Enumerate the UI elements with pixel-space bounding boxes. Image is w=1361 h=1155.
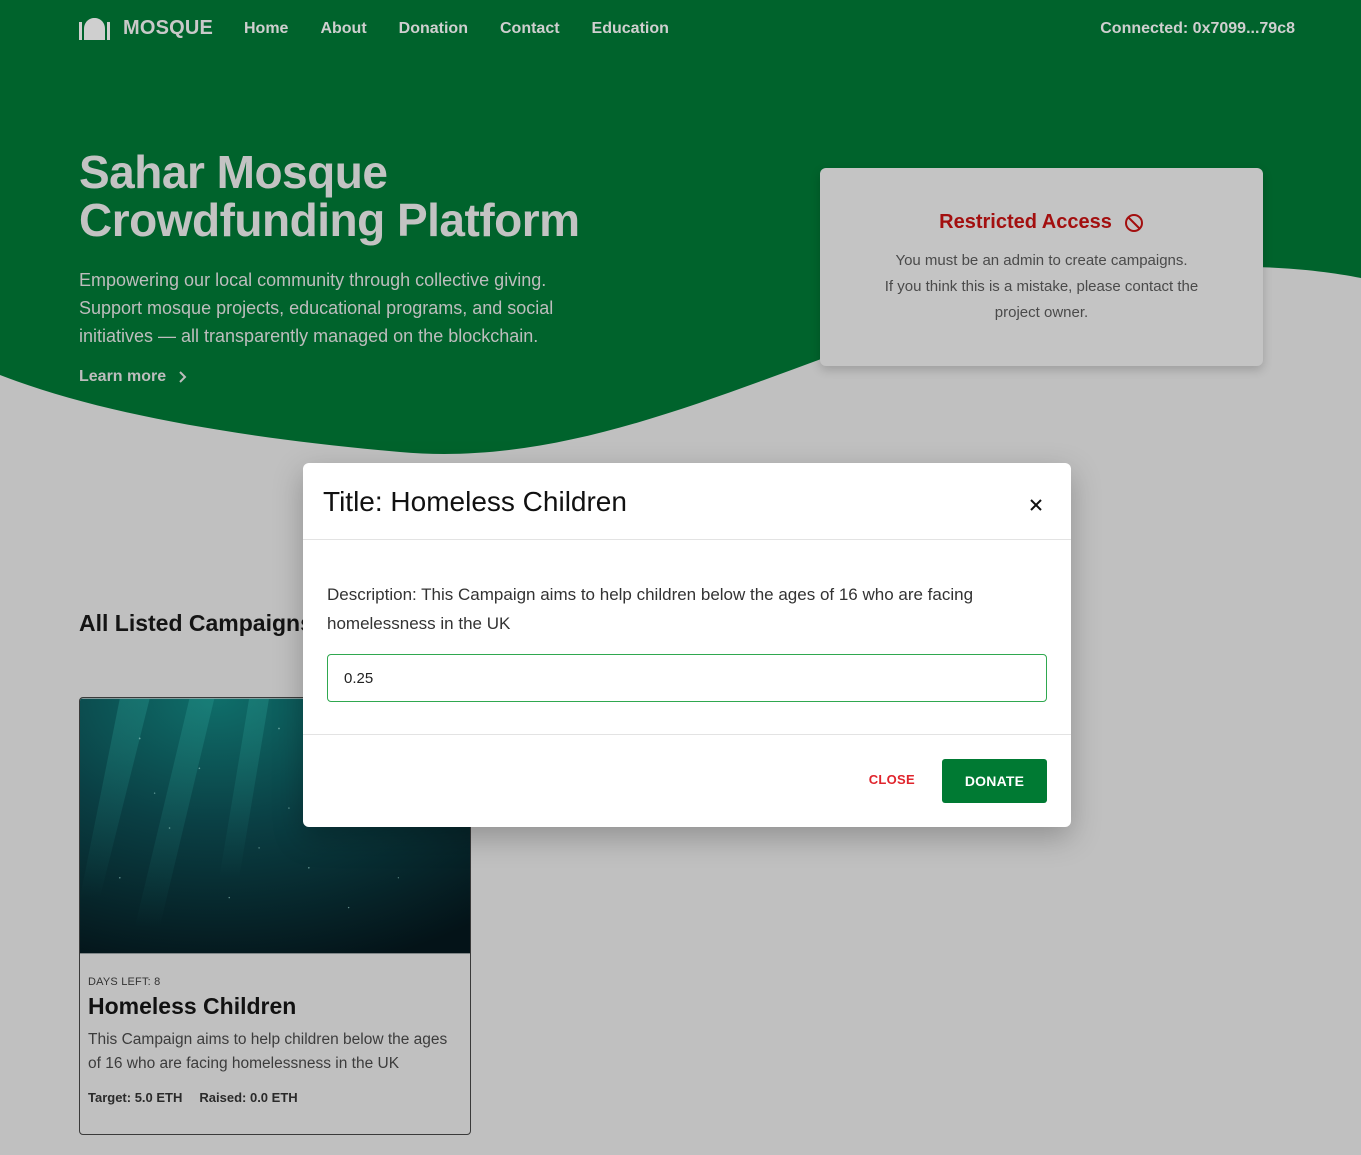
- campaign-title: Homeless Children: [88, 993, 297, 1019]
- restricted-access-message: You must be an admin to create campaigns…: [820, 248, 1263, 326]
- campaign-days-left: DAYS LEFT: 8: [88, 976, 161, 988]
- modal-description: Description: This Campaign aims to help …: [327, 585, 974, 633]
- brand-logo[interactable]: MOSQUE: [79, 16, 213, 40]
- campaign-card-body: DAYS LEFT: 8 Homeless Children This Camp…: [80, 976, 470, 1105]
- restricted-access-title: Restricted Access: [939, 211, 1112, 233]
- close-icon[interactable]: [1029, 498, 1043, 512]
- learn-more-label: Learn more: [79, 368, 167, 385]
- nav-link-contact[interactable]: Contact: [500, 20, 560, 38]
- top-navbar: MOSQUE Home About Donation Contact Educa…: [0, 0, 1361, 58]
- restricted-line-3: project owner.: [994, 304, 1089, 321]
- campaign-stats: Target: 5.0 ETH Raised: 0.0 ETH: [88, 1090, 462, 1105]
- nav-link-donation[interactable]: Donation: [399, 20, 468, 38]
- modal-body: Description: This Campaign aims to help …: [303, 540, 1071, 735]
- campaign-raised: Raised: 0.0 ETH: [199, 1090, 298, 1105]
- close-button[interactable]: CLOSE: [869, 772, 915, 787]
- campaign-target: Target: 5.0 ETH: [88, 1090, 183, 1105]
- campaigns-section-title: All Listed Campaigns: [79, 610, 313, 636]
- restricted-line-2: If you think this is a mistake, please c…: [884, 278, 1199, 295]
- nav-link-education[interactable]: Education: [592, 20, 669, 38]
- restricted-access-heading: Restricted Access: [820, 211, 1263, 234]
- brand-name: MOSQUE: [123, 16, 214, 39]
- mosque-icon: [79, 16, 110, 40]
- ban-icon: [1124, 213, 1144, 233]
- restricted-line-1: You must be an admin to create campaigns…: [895, 252, 1188, 269]
- nav-links: Home About Donation Contact Education: [244, 20, 701, 38]
- hero-description: Empowering our local community through c…: [79, 270, 554, 346]
- wallet-connected-status[interactable]: Connected: 0x7099...79c8: [1100, 20, 1295, 38]
- restricted-access-card: Restricted Access You must be an admin t…: [820, 168, 1263, 366]
- hero-title: Sahar Mosque Crowdfunding Platform: [79, 148, 679, 244]
- modal-title: Title: Homeless Children: [323, 486, 627, 517]
- donation-amount-input[interactable]: [327, 654, 1047, 702]
- campaign-description: This Campaign aims to help children belo…: [88, 1031, 448, 1072]
- modal-footer: CLOSE DONATE: [303, 735, 1071, 825]
- hero-title-line1: Sahar Mosque: [79, 146, 388, 198]
- donate-button[interactable]: DONATE: [942, 759, 1047, 803]
- donation-modal: Title: Homeless Children Description: Th…: [303, 463, 1071, 827]
- nav-link-home[interactable]: Home: [244, 20, 288, 38]
- modal-header: Title: Homeless Children: [303, 463, 1071, 540]
- chevron-right-icon: [178, 370, 187, 384]
- learn-more-link[interactable]: Learn more: [79, 368, 187, 386]
- nav-link-about[interactable]: About: [320, 20, 366, 38]
- hero-title-line2: Crowdfunding Platform: [79, 194, 580, 246]
